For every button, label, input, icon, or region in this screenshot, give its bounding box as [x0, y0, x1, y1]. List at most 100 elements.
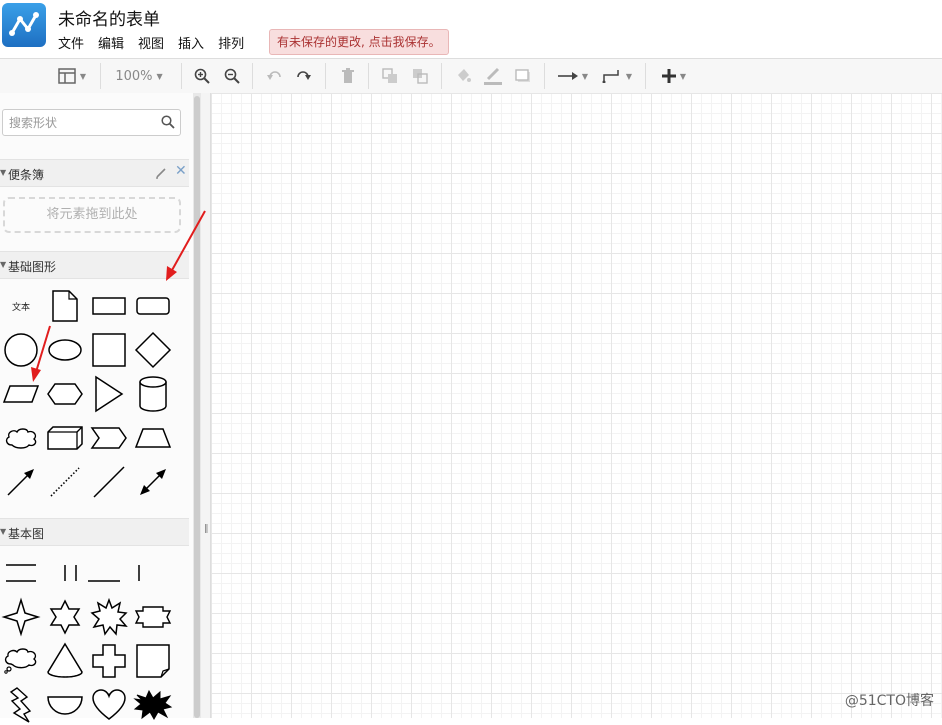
diamond-shape[interactable] [133, 330, 173, 370]
trapezoid-shape[interactable] [133, 418, 173, 458]
line-color-button[interactable] [481, 59, 505, 93]
shadow-button[interactable] [511, 59, 535, 93]
basic-diagram-header[interactable]: ▼ 基本图 [0, 518, 189, 546]
layout-icon [58, 68, 76, 84]
zoom-level: 100% [115, 68, 153, 84]
zoom-in-icon [194, 68, 210, 84]
app-logo [2, 3, 46, 47]
six-point-star-shape[interactable] [45, 597, 85, 637]
insert-dropdown[interactable]: ▼ [655, 59, 693, 93]
scratchpad-title: 便条簿 [8, 168, 45, 182]
document-shape[interactable] [45, 286, 85, 326]
text-shape-label: 文本 [11, 302, 30, 313]
square-shape[interactable] [89, 330, 129, 370]
zoom-in-button[interactable] [190, 59, 214, 93]
triangle-shape[interactable] [89, 374, 129, 414]
menu-arrange[interactable]: 排列 [218, 33, 251, 52]
redo-icon [297, 71, 311, 80]
redo-button[interactable] [292, 59, 316, 93]
bidirectional-arrow-shape[interactable] [133, 462, 173, 502]
cube-shape[interactable] [45, 418, 85, 458]
fill-color-button[interactable] [451, 59, 475, 93]
unsaved-changes-button[interactable]: 有未保存的更改, 点击我保存。 [269, 29, 449, 55]
sidebar-splitter[interactable] [201, 93, 211, 718]
ribbon-banner-shape[interactable] [133, 597, 173, 637]
edit-pencil-icon[interactable] [155, 167, 167, 179]
delete-button[interactable] [336, 59, 360, 93]
short-vertical-line-shape[interactable] [119, 553, 159, 593]
shadow-icon [515, 69, 530, 82]
hexagon-shape[interactable] [45, 374, 85, 414]
drawing-canvas[interactable] [211, 93, 942, 718]
search-icon[interactable] [161, 115, 175, 129]
eight-point-star-shape[interactable] [89, 597, 129, 637]
zoom-out-icon [224, 68, 240, 84]
cone-shape[interactable] [45, 641, 85, 681]
directional-arrow-shape[interactable] [1, 462, 41, 502]
undo-button[interactable] [262, 59, 286, 93]
line-shape[interactable] [89, 462, 129, 502]
to-front-icon [382, 68, 397, 83]
connection-icon [557, 72, 578, 80]
close-icon[interactable]: ✕ [175, 163, 187, 179]
half-circle-shape[interactable] [45, 685, 85, 725]
basic-shapes-header[interactable]: ▼ 基础图形 [0, 251, 189, 279]
rectangle-shape[interactable] [89, 286, 129, 326]
lightning-bolt-shape[interactable] [1, 685, 41, 725]
bracket-line-shape[interactable] [75, 553, 120, 593]
basic-shapes-title: 基础图形 [8, 260, 57, 274]
chevron-down-icon: ▼ [625, 71, 633, 81]
waypoint-dropdown[interactable]: ▼ [598, 59, 636, 93]
zoom-dropdown[interactable]: 100% ▼ [106, 59, 172, 93]
chevron-down-icon: ▼ [156, 71, 163, 81]
text-shape[interactable]: 文本 [1, 286, 41, 326]
chevron-down-icon: ▼ [679, 71, 687, 81]
menu-file[interactable]: 文件 [58, 33, 91, 52]
connection-dropdown[interactable]: ▼ [554, 59, 592, 93]
parallelogram-shape[interactable] [1, 374, 41, 414]
menu-edit[interactable]: 编辑 [98, 33, 131, 52]
fill-color-icon [458, 69, 471, 82]
waypoint-icon [602, 70, 619, 83]
cross-shape[interactable] [89, 641, 129, 681]
cylinder-shape[interactable] [133, 374, 173, 414]
watermark: @51CTO博客 [844, 693, 934, 709]
folded-corner-shape[interactable] [133, 641, 173, 681]
zoom-out-button[interactable] [220, 59, 244, 93]
basic-diagram-title: 基本图 [8, 527, 45, 541]
title-bar: 未命名的表单 文件 编辑 视图 插入 排列 有未保存的更改, 点击我保存。 [0, 0, 942, 58]
circle-shape[interactable] [1, 330, 41, 370]
to-front-button[interactable] [378, 59, 402, 93]
dotted-line-shape[interactable] [45, 462, 85, 502]
toolbar: ▼ 100% ▼ ▼ ▼ ▼ [0, 58, 942, 94]
undo-icon [267, 71, 281, 80]
document-title[interactable]: 未命名的表单 [58, 5, 160, 30]
to-back-button[interactable] [408, 59, 432, 93]
menu-insert[interactable]: 插入 [178, 33, 211, 52]
line-color-icon [484, 67, 502, 85]
callout-cloud-shape[interactable] [1, 641, 41, 681]
insert-icon [661, 69, 676, 83]
search-input[interactable] [3, 110, 165, 135]
chevron-down-icon: ▼ [79, 71, 87, 81]
horizontal-lines-shape[interactable] [1, 553, 41, 593]
delete-icon [342, 68, 354, 83]
splitter-grip-icon[interactable]: ‖ [204, 524, 209, 534]
explosion-shape[interactable] [133, 685, 173, 725]
cloud-shape[interactable] [1, 418, 41, 458]
ellipse-shape[interactable] [45, 330, 85, 370]
format-panel-toggle[interactable]: ▼ [52, 59, 92, 93]
menu-view[interactable]: 视图 [138, 33, 171, 52]
shape-search [2, 109, 181, 136]
scratchpad-header[interactable]: ▼ 便条簿 ✕ [0, 159, 189, 187]
rounded-rectangle-shape[interactable] [133, 286, 173, 326]
to-back-icon [413, 69, 428, 84]
step-shape[interactable] [89, 418, 129, 458]
collapse-triangle-icon: ▼ [0, 260, 7, 269]
scratchpad-dropzone[interactable]: 将元素拖到此处 [3, 197, 181, 233]
heart-shape[interactable] [89, 685, 129, 725]
menu-bar: 文件 编辑 视图 插入 排列 [58, 33, 258, 52]
collapse-triangle-icon: ▼ [0, 527, 7, 536]
sidebar-scrollbar-thumb[interactable] [194, 96, 200, 718]
four-point-star-shape[interactable] [1, 597, 41, 637]
